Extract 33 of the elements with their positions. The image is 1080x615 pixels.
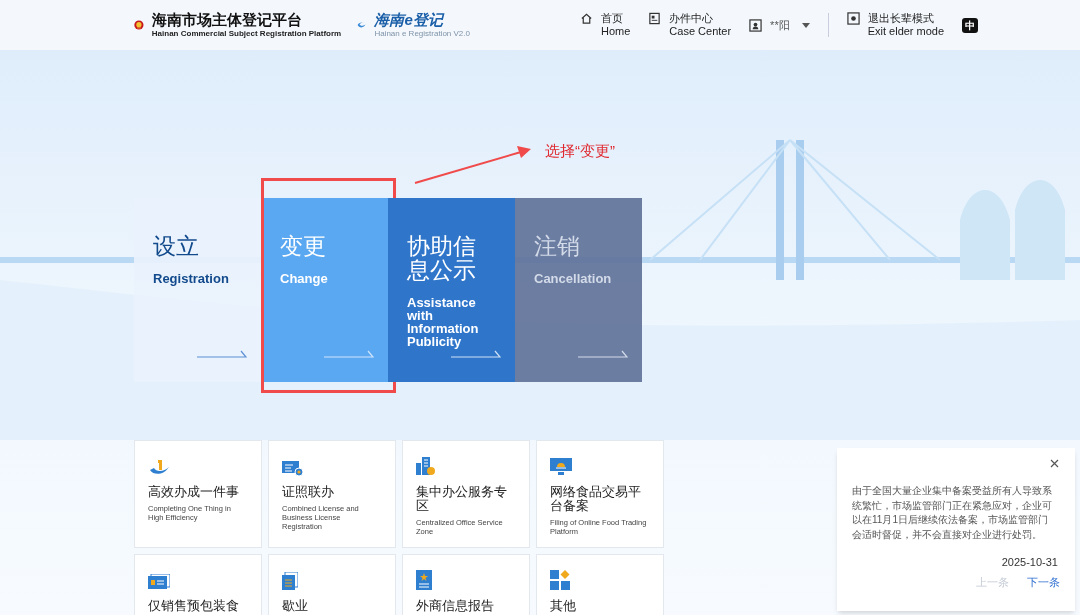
caret-icon <box>801 22 810 28</box>
exit-elder-mode-link[interactable]: 退出长辈模式 Exit elder mode <box>846 12 945 38</box>
user-menu[interactable]: **阳 <box>749 16 810 34</box>
platform-title: 海南市场主体登记平台 <box>151 11 303 29</box>
annotation-label: 选择“变更” <box>545 141 615 161</box>
service-card[interactable]: 歇业 <box>268 554 396 615</box>
building-icon <box>416 456 436 476</box>
close-button[interactable] <box>1050 458 1060 468</box>
id-card-icon <box>148 574 170 590</box>
pager-link[interactable]: 下一条 <box>1027 573 1060 590</box>
service-card[interactable]: 仅销售预包装食 <box>134 554 262 615</box>
report-icon <box>416 570 432 590</box>
app-grid-icon <box>550 570 570 590</box>
language-toggle[interactable]: 中 <box>962 17 979 33</box>
notice-date: 2025-10-31 <box>1000 555 1059 570</box>
service-card[interactable]: 其他 <box>536 554 664 615</box>
monitor-icon <box>550 458 572 476</box>
notice-text: 由于全国大量企业集中备案受益所有人导致系统繁忙，市场监管部门正在紧急应对，企业可以在11月1日后继续依法备案，市场监管部门会适时督促，并不会直接对企业进行处罚。 <box>852 484 1053 542</box>
brand-version: Hainan e Registration V2.0 <box>374 29 470 39</box>
screen-icon <box>846 12 860 25</box>
service-category-tile[interactable]: 协助信息公示 Assistance with Information Publicity <box>388 198 515 382</box>
brand-name: 海南e登记 <box>374 11 446 29</box>
document-icon <box>648 12 662 25</box>
user-card-icon <box>749 18 763 32</box>
home-icon <box>580 12 593 25</box>
card-badge-icon <box>282 460 304 476</box>
nav-link[interactable]: 首页 Home <box>580 12 631 38</box>
platform-subtitle: Hainan Commercial Subject Registration Platform <box>151 29 342 39</box>
documents-icon <box>282 572 298 590</box>
swoosh-logo-icon <box>148 458 170 476</box>
nav-link[interactable]: 办件中心 Case Center <box>648 12 732 38</box>
close-icon <box>1050 458 1059 468</box>
service-card[interactable]: 外商信息报告 <box>402 554 530 615</box>
